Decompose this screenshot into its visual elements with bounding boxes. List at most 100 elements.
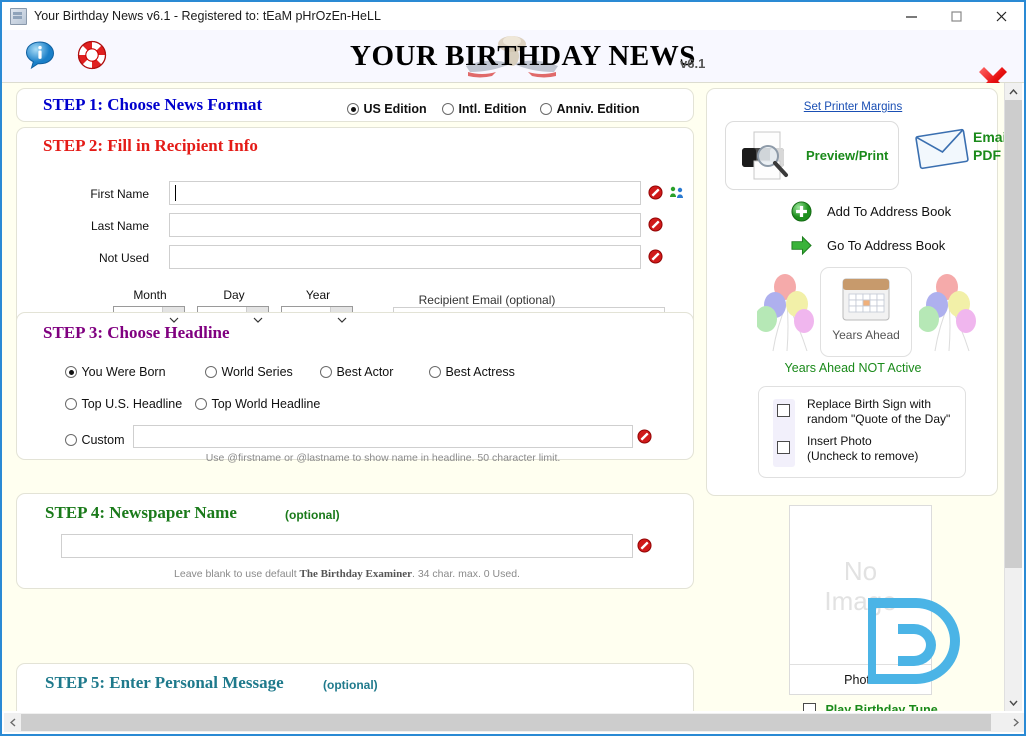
step3-panel: STEP 3: Choose Headline You Were Born Wo… [16, 312, 694, 464]
info-bubble-icon[interactable] [24, 39, 56, 76]
headline-option-top-world[interactable]: Top World Headline [195, 395, 320, 413]
first-name-input[interactable] [169, 181, 641, 205]
headline-option-you-were-born-label: You Were Born [81, 365, 166, 379]
go-to-address-book-button[interactable]: Go To Address Book [790, 235, 945, 261]
scroll-left-arrow-icon[interactable] [4, 714, 21, 731]
step5-panel: STEP 5: Enter Personal Message (optional… [16, 663, 694, 711]
years-ahead-status: Years Ahead NOT Active [784, 361, 922, 375]
vertical-scrollbar[interactable] [1004, 83, 1022, 711]
first-name-label: First Name [90, 187, 149, 201]
last-name-input[interactable] [169, 213, 641, 237]
email-pdf-button[interactable]: Email PDF [915, 127, 1008, 176]
radio-top-us-headline[interactable] [65, 398, 77, 410]
radio-best-actor[interactable] [320, 366, 332, 378]
play-birthday-tune-row[interactable]: Play Birthday Tune [803, 701, 938, 711]
preview-print-button[interactable]: Preview/Print [725, 121, 899, 190]
scroll-up-arrow-icon[interactable] [1005, 83, 1022, 100]
format-option-anniv[interactable]: Anniv. Edition [540, 100, 640, 118]
horizontal-scrollbar[interactable] [4, 713, 1024, 732]
radio-anniv-edition[interactable] [540, 103, 552, 115]
go-to-address-book-label: Go To Address Book [827, 238, 946, 253]
email-pdf-label-line2: PDF [973, 147, 1001, 163]
set-printer-margins-link[interactable]: Set Printer Margins [707, 101, 999, 113]
radio-intl-edition[interactable] [442, 103, 454, 115]
options-checkbox-group: Replace Birth Sign with random "Quote of… [758, 386, 966, 478]
headline-option-world-series-label: World Series [221, 365, 293, 379]
app-header: YOUR BIRTHDAY NEWS v6.1 [2, 30, 1024, 95]
radio-best-actress[interactable] [429, 366, 441, 378]
balloons-icon [757, 274, 814, 352]
title-bar: Your Birthday News v6.1 - Registered to:… [2, 2, 1024, 31]
headline-option-best-actress[interactable]: Best Actress [429, 363, 515, 381]
envelope-icon [915, 128, 969, 170]
newspaper-name-input[interactable] [61, 534, 633, 558]
step5-heading: STEP 5: Enter Personal Message [45, 673, 284, 692]
not-used-input[interactable] [169, 245, 641, 269]
format-option-us-label: US Edition [363, 102, 427, 116]
vertical-scrollbar-thumb[interactable] [1005, 100, 1022, 568]
headline-option-custom[interactable]: Custom [65, 431, 125, 449]
clear-field-icon[interactable] [637, 429, 652, 444]
close-button[interactable] [979, 2, 1024, 30]
headline-option-top-us-label: Top U.S. Headline [81, 397, 183, 411]
address-book-people-icon[interactable] [669, 185, 684, 200]
add-to-address-book-button[interactable]: Add To Address Book [791, 201, 951, 227]
headline-option-world-series[interactable]: World Series [205, 363, 293, 381]
step3-heading: STEP 3: Choose Headline [43, 323, 230, 342]
minimize-button[interactable] [889, 2, 934, 30]
step4-panel: STEP 4: Newspaper Name (optional) Leave … [16, 493, 694, 589]
step4-hint-default-name: The Birthday Examiner [299, 568, 412, 580]
day-label: Day [223, 288, 245, 302]
form-body: STEP 1: Choose News Format US Edition In… [2, 83, 1008, 711]
step1-panel: STEP 1: Choose News Format US Edition In… [16, 88, 694, 122]
balloons-icon [919, 274, 976, 352]
clear-field-icon[interactable] [648, 249, 663, 264]
play-birthday-tune-checkbox[interactable] [803, 703, 816, 711]
radio-custom-headline[interactable] [65, 434, 77, 446]
photo-placeholder-line1: No [843, 556, 878, 586]
brand-version: v6.1 [680, 56, 706, 71]
radio-world-series[interactable] [205, 366, 217, 378]
last-name-label: Last Name [90, 219, 149, 233]
clear-field-icon[interactable] [637, 538, 652, 553]
not-used-label: Not Used [98, 251, 149, 265]
radio-top-world-headline[interactable] [195, 398, 207, 410]
custom-headline-hint: Use @firstname or @lastname to show name… [205, 452, 561, 464]
format-option-intl[interactable]: Intl. Edition [442, 100, 527, 118]
lifesaver-help-icon[interactable] [76, 39, 108, 76]
horizontal-scrollbar-thumb[interactable] [21, 714, 991, 731]
scroll-down-arrow-icon[interactable] [1005, 694, 1022, 711]
left-column: STEP 1: Choose News Format US Edition In… [2, 83, 702, 711]
headline-option-best-actress-label: Best Actress [445, 365, 515, 379]
headline-option-best-actor-label: Best Actor [336, 365, 394, 379]
custom-headline-input[interactable] [133, 425, 633, 448]
headline-option-you-were-born[interactable]: You Were Born [65, 363, 166, 381]
play-birthday-tune-label: Play Birthday Tune [825, 703, 938, 711]
replace-birth-sign-checkbox[interactable] [777, 404, 790, 417]
insert-photo-label-line1: Insert Photo [807, 434, 872, 448]
photo-preview-box[interactable]: No Image Photo [789, 505, 932, 695]
headline-option-best-actor[interactable]: Best Actor [320, 363, 393, 381]
insert-photo-checkbox[interactable] [777, 441, 790, 454]
years-ahead-button[interactable]: Years Ahead [820, 267, 912, 357]
photo-placeholder-line2: Image [824, 586, 897, 616]
window-controls [889, 2, 1024, 30]
scroll-right-arrow-icon[interactable] [1007, 714, 1024, 731]
radio-you-were-born[interactable] [65, 366, 77, 378]
radio-us-edition[interactable] [347, 103, 359, 115]
step4-heading: STEP 4: Newspaper Name [45, 503, 237, 522]
step5-optional-tag: (optional) [323, 678, 378, 692]
preview-print-label: Preview/Print [806, 148, 889, 163]
headline-option-top-us[interactable]: Top U.S. Headline [65, 395, 182, 413]
format-option-us[interactable]: US Edition [347, 100, 427, 118]
green-arrow-right-icon [791, 235, 812, 256]
clear-field-icon[interactable] [648, 185, 663, 200]
clear-field-icon[interactable] [648, 217, 663, 232]
brand-logo: YOUR BIRTHDAY NEWS v6.1 [332, 36, 732, 82]
maximize-button[interactable] [934, 2, 979, 30]
step4-hint-suffix: . 34 char. max. 0 Used. [412, 568, 520, 580]
format-option-anniv-label: Anniv. Edition [556, 102, 640, 116]
replace-birth-sign-label-line2: random "Quote of the Day" [807, 412, 951, 426]
window-title: Your Birthday News v6.1 - Registered to:… [34, 9, 381, 23]
email-pdf-label-line1: Email [973, 129, 1008, 145]
